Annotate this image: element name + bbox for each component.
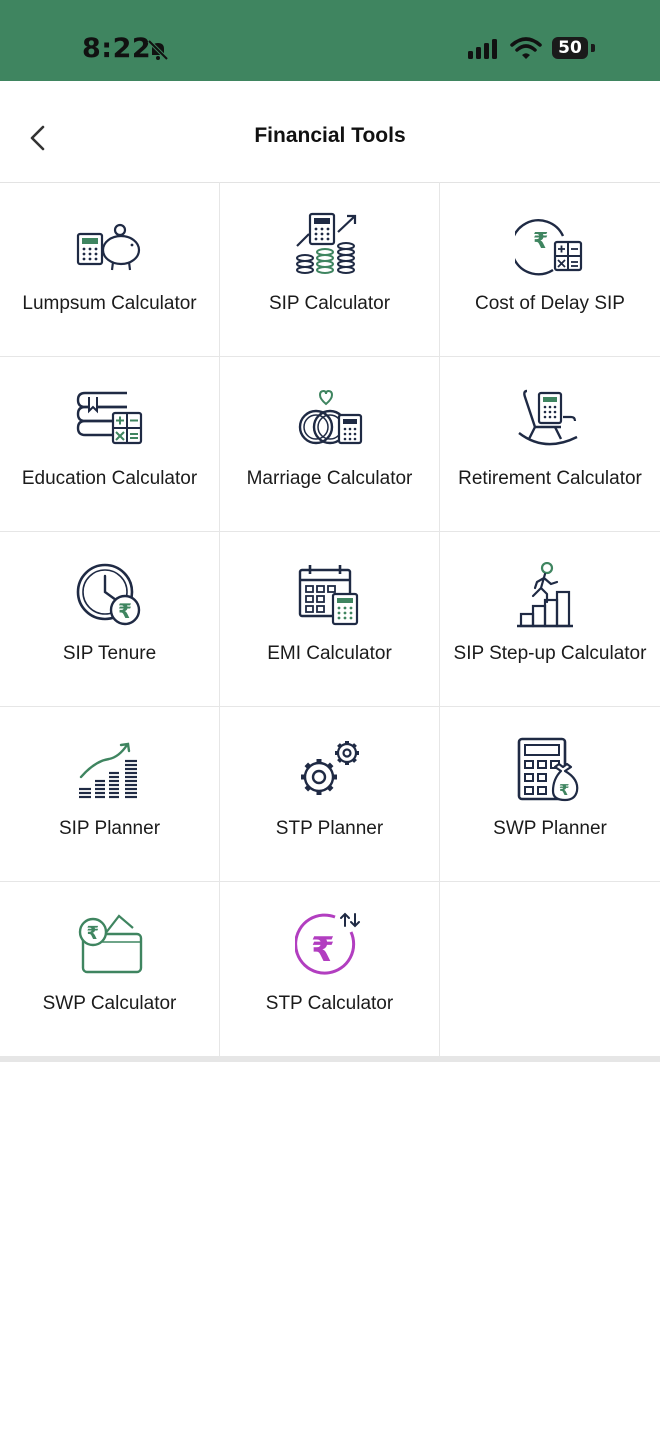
tool-emi-calculator[interactable]: EMI Calculator xyxy=(220,532,440,707)
tool-label: Education Calculator xyxy=(21,468,198,489)
tool-lumpsum-calculator[interactable]: Lumpsum Calculator xyxy=(0,182,220,357)
calculator-money-bag-icon: ₹ xyxy=(517,737,579,802)
tool-stp-calculator[interactable]: ₹ STP Calculator xyxy=(220,882,440,1057)
tools-grid: Lumpsum Calculator SIP Calculator ₹ Cost… xyxy=(0,182,660,1062)
app-header: Financial Tools xyxy=(0,81,660,183)
tool-label: SIP Step-up Calculator xyxy=(453,643,647,664)
bell-muted-icon xyxy=(147,39,169,61)
tool-marriage-calculator[interactable]: Marriage Calculator xyxy=(220,357,440,532)
tool-label: SWP Calculator xyxy=(42,993,177,1014)
tool-label: STP Planner xyxy=(275,818,384,839)
books-calculator-icon xyxy=(76,391,143,445)
status-time: 8:22 xyxy=(82,33,152,64)
svg-text:₹: ₹ xyxy=(533,229,548,254)
tool-label: Retirement Calculator xyxy=(458,468,642,489)
clock-rupee-icon: ₹ xyxy=(76,563,141,626)
status-bar: 8:22 50 xyxy=(0,0,660,81)
tool-cost-of-delay-sip[interactable]: ₹ Cost of Delay SIP xyxy=(440,182,660,357)
tool-retirement-calculator[interactable]: Retirement Calculator xyxy=(440,357,660,532)
tool-label: Lumpsum Calculator xyxy=(22,293,197,314)
rupee-transfer-arrows-icon: ₹ xyxy=(295,912,360,975)
page-title: Financial Tools xyxy=(254,124,406,147)
battery-indicator: 50 xyxy=(552,37,588,59)
battery-level: 50 xyxy=(558,38,582,58)
tool-stp-planner[interactable]: STP Planner xyxy=(220,707,440,882)
battery-tip xyxy=(591,44,595,52)
svg-text:₹: ₹ xyxy=(559,781,569,799)
gears-icon xyxy=(301,741,359,795)
rings-calculator-icon xyxy=(298,389,363,445)
tool-label: EMI Calculator xyxy=(267,643,392,664)
tool-label: SIP Calculator xyxy=(268,293,391,314)
tool-sip-calculator[interactable]: SIP Calculator xyxy=(220,182,440,357)
tool-sip-tenure[interactable]: ₹ SIP Tenure xyxy=(0,532,220,707)
growth-bars-arrow-icon xyxy=(79,742,137,799)
rocking-chair-calculator-icon xyxy=(518,389,578,446)
piggy-bank-calculator-icon xyxy=(76,223,141,271)
rupee-clock-calculator-icon: ₹ xyxy=(515,219,583,276)
tool-sip-planner[interactable]: SIP Planner xyxy=(0,707,220,882)
tool-sip-step-up-calculator[interactable]: SIP Step-up Calculator xyxy=(440,532,660,707)
tool-label: Marriage Calculator xyxy=(246,468,413,489)
tool-label: STP Calculator xyxy=(265,993,394,1014)
wifi-icon xyxy=(510,37,542,59)
tool-education-calculator[interactable]: Education Calculator xyxy=(0,357,220,532)
tool-label: Cost of Delay SIP xyxy=(475,293,625,314)
person-climbing-stairs-icon xyxy=(517,562,573,628)
tool-label: SWP Planner xyxy=(493,818,607,839)
svg-text:₹: ₹ xyxy=(118,599,132,623)
svg-text:₹: ₹ xyxy=(87,923,100,944)
tool-swp-planner[interactable]: ₹ SWP Planner xyxy=(440,707,660,882)
svg-text:₹: ₹ xyxy=(311,930,335,970)
coins-calculator-growth-icon xyxy=(296,212,357,274)
empty-tile xyxy=(440,882,660,1057)
tool-label: SIP Tenure xyxy=(62,643,157,664)
tool-label: SIP Planner xyxy=(58,818,161,839)
cellular-signal-icon xyxy=(468,39,497,59)
tool-swp-calculator[interactable]: ₹ SWP Calculator xyxy=(0,882,220,1057)
wallet-rupee-icon: ₹ xyxy=(78,914,143,974)
calendar-calculator-icon xyxy=(298,565,359,626)
